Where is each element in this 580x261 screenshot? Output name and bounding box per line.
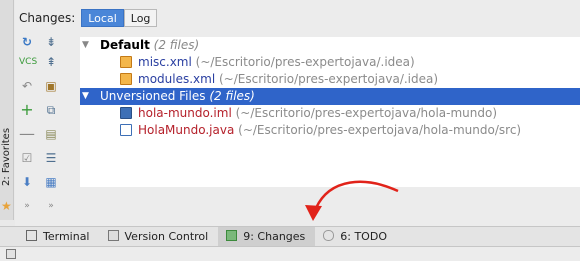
update-icon[interactable]: ⬇	[19, 174, 35, 190]
add-icon[interactable]: +	[19, 102, 35, 118]
file-row[interactable]: misc.xml (~/Escritorio/pres-expertojava/…	[80, 54, 580, 71]
collapse-arrow-icon[interactable]: ▼	[82, 37, 92, 54]
refresh-icon[interactable]: ↻	[19, 34, 35, 50]
iml-file-icon	[120, 107, 132, 119]
status-bar	[0, 246, 580, 261]
changes-header: Changes: Local Log	[15, 9, 158, 27]
favorites-tab[interactable]: 2: Favorites	[0, 110, 14, 204]
copy-icon[interactable]: ⧉	[43, 102, 59, 118]
xml-file-icon	[120, 56, 132, 68]
xml-file-icon	[120, 73, 132, 85]
changes-tree: ▼ Default (2 files) misc.xml (~/Escritor…	[80, 37, 580, 187]
file-name: HolaMundo.java	[138, 123, 235, 137]
java-file-icon	[120, 124, 132, 136]
vcs-commit-icon[interactable]: VCS	[19, 54, 37, 70]
more-icon[interactable]: »	[19, 198, 35, 214]
tab-log[interactable]: Log	[123, 9, 158, 27]
toggle-tool-windows-icon[interactable]	[6, 249, 16, 259]
file-row[interactable]: hola-mundo.iml (~/Escritorio/pres-expert…	[80, 105, 580, 122]
file-row[interactable]: modules.xml (~/Escritorio/pres-expertoja…	[80, 71, 580, 88]
file-row[interactable]: HolaMundo.java (~/Escritorio/pres-expert…	[80, 122, 580, 139]
file-path: (~/Escritorio/pres-expertojava/hola-mund…	[235, 106, 497, 120]
collapse-all-icon[interactable]: ⇞	[43, 54, 59, 70]
file-name: misc.xml	[138, 55, 192, 69]
file-name: modules.xml	[138, 72, 216, 86]
todo-icon	[323, 230, 335, 241]
expand-all-icon[interactable]: ⇟	[43, 34, 59, 50]
tab-version-control[interactable]: Version Control	[100, 227, 219, 247]
changes-title: Changes:	[19, 11, 76, 25]
file-name: hola-mundo.iml	[138, 106, 232, 120]
group-by-directory-icon[interactable]: ▣	[43, 78, 59, 94]
tab-changes[interactable]: 9: Changes	[218, 227, 316, 247]
file-path: (~/Escritorio/pres-expertojava/.idea)	[219, 72, 439, 86]
shelve-icon[interactable]: ▤	[43, 126, 59, 142]
version-control-icon	[107, 230, 119, 241]
remove-icon[interactable]: —	[19, 126, 35, 142]
changelist-name: Unversioned Files	[100, 89, 206, 103]
diff-icon[interactable]: ☰	[43, 150, 59, 166]
changelist-count: (2 files)	[153, 38, 200, 52]
star-icon: ★	[1, 199, 12, 213]
checkbox-icon[interactable]: ☑	[19, 150, 35, 166]
changelist-count: (2 files)	[209, 89, 255, 103]
tool-window-bar: Terminal Version Control 9: Changes 6: T…	[0, 226, 580, 247]
changelist-name: Default	[100, 38, 150, 52]
file-path: (~/Escritorio/pres-expertojava/.idea)	[195, 55, 415, 69]
file-path: (~/Escritorio/pres-expertojava/hola-mund…	[238, 123, 522, 137]
terminal-icon	[26, 230, 37, 241]
favorites-strip: 2: Favorites ★	[0, 0, 14, 220]
tab-local[interactable]: Local	[81, 9, 124, 27]
preview-icon[interactable]: ▦	[43, 174, 59, 190]
changes-toolbar: ↻ ⇟ VCS ⇞ ↶ ▣ + ⧉ — ▤ ☑ ☰ ⬇ ▦ » »	[15, 30, 65, 220]
collapse-arrow-icon[interactable]: ▼	[82, 88, 92, 105]
tab-todo[interactable]: 6: TODO	[315, 227, 397, 247]
tab-terminal[interactable]: Terminal	[18, 227, 100, 247]
changelist-default[interactable]: ▼ Default (2 files)	[80, 37, 580, 54]
changes-icon	[226, 230, 238, 241]
rollback-icon[interactable]: ↶	[19, 78, 35, 94]
changelist-unversioned[interactable]: ▼ Unversioned Files (2 files)	[80, 88, 580, 105]
more-icon[interactable]: »	[43, 198, 59, 214]
